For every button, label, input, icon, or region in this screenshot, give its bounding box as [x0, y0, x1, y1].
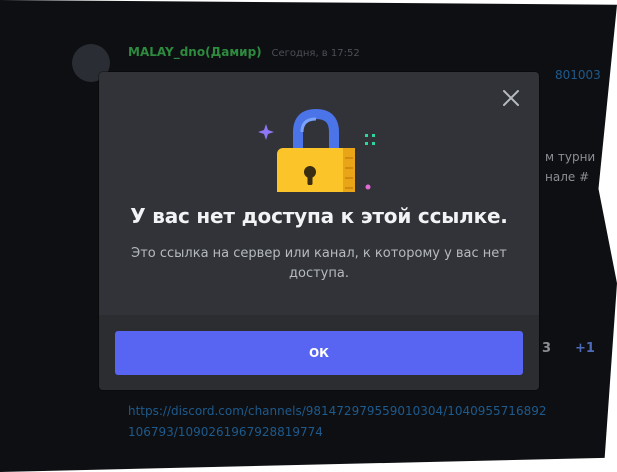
partial-text: м турни — [545, 150, 596, 164]
sparkle-icon — [258, 124, 274, 140]
reaction-add[interactable]: +1 — [575, 341, 595, 356]
ok-button[interactable]: ОК — [115, 331, 523, 375]
dot-icon — [365, 184, 371, 190]
message-link[interactable]: 106793/1090261967928819774 — [128, 425, 323, 439]
modal-title: У вас нет доступа к этой ссылке. — [130, 204, 508, 228]
close-icon — [503, 90, 519, 106]
message-timestamp: Сегодня, в 17:52 — [271, 48, 360, 59]
close-button[interactable] — [499, 86, 523, 110]
message-link[interactable]: https://discord.com/channels/98147297955… — [128, 404, 546, 418]
no-access-modal: У вас нет доступа к этой ссылке. Это ссы… — [99, 72, 539, 390]
message-author[interactable]: MALAY_dno(Дамир) — [128, 45, 262, 59]
modal-description: Это ссылка на сервер или канал, к которо… — [131, 246, 507, 281]
partial-link[interactable]: 801003 — [555, 68, 601, 82]
padlock-icon — [258, 108, 375, 192]
partial-text: нале # — [545, 170, 590, 184]
message-header: MALAY_dno(Дамир) Сегодня, в 17:52 — [128, 45, 360, 59]
reaction-count[interactable]: 3 — [542, 341, 551, 356]
sparkle-icon — [365, 134, 375, 145]
